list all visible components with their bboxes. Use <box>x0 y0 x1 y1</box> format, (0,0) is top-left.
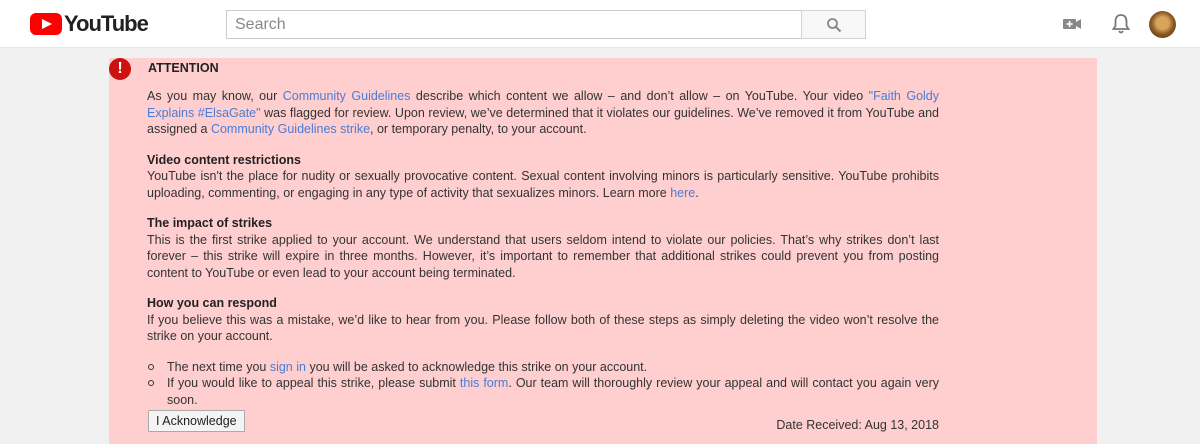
guidelines-strike-link[interactable]: Community Guidelines strike <box>211 122 370 136</box>
sign-in-link[interactable]: sign in <box>270 360 306 374</box>
respond-paragraph: If you believe this was a mistake, we’d … <box>147 312 939 344</box>
step-text: you will be asked to acknowledge this st… <box>305 359 648 374</box>
search-button[interactable] <box>801 10 866 39</box>
masthead: YouTube <box>0 0 1200 48</box>
intro-text-2: describe which content we allow – and do… <box>410 89 869 103</box>
step-text: The next time you <box>167 359 270 374</box>
search-bar <box>226 10 866 39</box>
strike-notice-panel: ! ATTENTION As you may know, our Communi… <box>109 58 1097 444</box>
upload-video-icon[interactable] <box>1060 12 1084 36</box>
exclamation-icon: ! <box>109 58 131 80</box>
respond-heading: How you can respond <box>147 296 277 310</box>
restrictions-end: . <box>695 185 699 200</box>
list-item: If you would like to appeal this strike,… <box>147 375 939 408</box>
list-item: The next time you sign in you will be as… <box>147 359 939 376</box>
youtube-play-icon <box>30 13 62 35</box>
bell-icon[interactable] <box>1109 12 1133 36</box>
impact-paragraph: This is the first strike applied to your… <box>147 232 939 280</box>
community-guidelines-link[interactable]: Community Guidelines <box>283 89 411 103</box>
account-avatar[interactable] <box>1149 11 1176 38</box>
intro-text-1: As you may know, our <box>147 89 283 103</box>
notice-body: As you may know, our Community Guideline… <box>147 88 939 420</box>
acknowledge-button[interactable]: I Acknowledge <box>148 410 245 432</box>
youtube-logo[interactable]: YouTube <box>30 11 149 36</box>
learn-more-link[interactable]: here <box>670 186 695 200</box>
search-input[interactable] <box>226 10 801 39</box>
date-received: Date Received: Aug 13, 2018 <box>776 418 939 432</box>
appeal-form-link[interactable]: this form <box>460 376 508 390</box>
intro-text-4: , or temporary penalty, to your account. <box>370 122 587 136</box>
restrictions-text: YouTube isn't the place for nudity or se… <box>147 169 939 200</box>
step-text: If you would like to appeal this strike,… <box>167 376 460 390</box>
intro-paragraph: As you may know, our Community Guideline… <box>147 88 939 138</box>
search-icon <box>826 17 841 32</box>
response-steps-list: The next time you sign in you will be as… <box>147 359 939 409</box>
restrictions-heading: Video content restrictions <box>147 152 301 167</box>
restrictions-paragraph: YouTube isn't the place for nudity or se… <box>147 168 939 201</box>
impact-heading: The impact of strikes <box>147 216 273 230</box>
logo-text: YouTube <box>64 11 149 36</box>
notice-title: ATTENTION <box>148 61 219 75</box>
